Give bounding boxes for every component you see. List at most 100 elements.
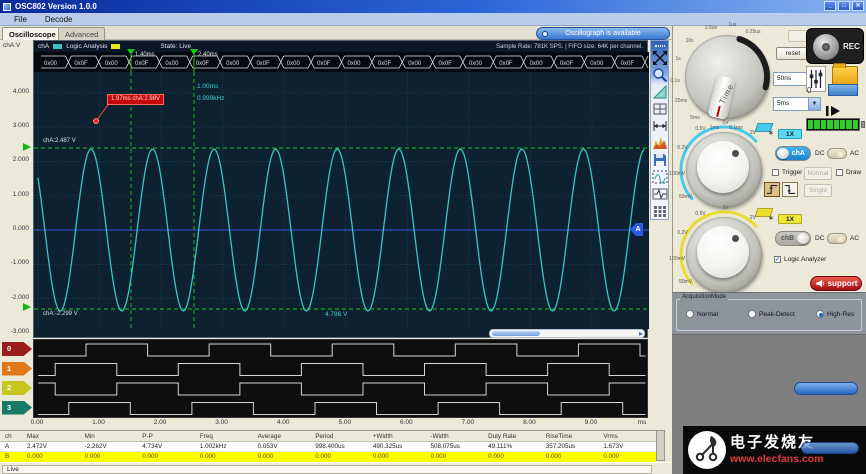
acquisition-radio-label: Normal [697,311,718,318]
svg-text:0x00: 0x00 [469,61,483,67]
scrollbar-arrow-icon[interactable]: ▸ [639,329,643,338]
menu-file[interactable]: File [14,15,27,24]
x-axis-tick: 1.00 [85,419,113,426]
cha-enable-toggle[interactable]: chA [775,146,811,161]
matrix-icon[interactable] [652,203,668,219]
logic-channel-tag-1[interactable]: 1 [2,362,32,376]
table-header-cell: RiseTime [541,431,599,441]
chb-enable-toggle[interactable]: chB [775,231,811,246]
logic-channel-tag-3[interactable]: 3 [2,401,32,415]
time-cursor-2-handle[interactable] [190,49,198,55]
cha-coupling-toggle[interactable] [827,148,847,159]
time-scale-label: 5ms [690,115,699,121]
table-cell-ch: B [0,452,22,462]
elecfans-logo-icon [688,431,726,469]
logic-channel-tag-0[interactable]: 0 [2,342,32,356]
svg-text:0x0F: 0x0F [439,61,453,67]
folder-icon[interactable] [832,66,858,85]
logic-analyzer-area[interactable] [33,339,648,418]
falling-edge-icon [783,183,797,196]
battery-segment [821,120,826,129]
table-cell: 0.000 [598,452,656,462]
triangle-ruler-icon[interactable] [652,84,668,100]
table-cell: 0.000 [137,452,195,462]
toast-pill[interactable] [794,382,858,395]
save-icon[interactable] [652,152,668,168]
falling-edge-button[interactable] [782,182,798,197]
time-cursor-2-label: 2.40ms [198,52,218,58]
app-window: OSC802 Version 1.0.0 _ □ ✕ FileDecode Os… [0,0,866,474]
chb-gain-label: 1V [723,205,729,211]
cha-gain-label: 1V [723,120,729,126]
time-scale-label: 25ms [675,98,687,104]
time-knob-pointer: Time [707,75,737,121]
time-scale-label: 1us [728,22,736,28]
cha-gain-label: 2V [750,130,756,136]
chb-coupling-toggle[interactable] [827,233,847,244]
chb-gain-knob[interactable] [686,217,762,293]
toggle-knob [777,148,789,159]
close-button[interactable]: ✕ [852,1,864,11]
cha-probe-ratio[interactable]: 1X [778,129,802,139]
time-knob-red-mark [716,106,721,117]
toast-pill[interactable] [801,442,859,454]
acquisition-radio-normal[interactable] [686,310,694,318]
svg-text:0x0F: 0x0F [560,61,574,67]
acquisition-radio-peak-detect[interactable] [748,310,756,318]
support-button[interactable]: support [810,276,862,291]
draw-checkbox[interactable] [836,169,843,176]
waveform-area[interactable]: 1.97ms chA:2.98V 1.00ms 0.999kHz chA:2.4… [34,72,649,329]
x-axis-tick: 9.00 [577,419,605,426]
grid-icon[interactable] [652,101,668,117]
x-axis-tick: 4.00 [269,419,297,426]
minimize-button[interactable]: _ [824,1,836,11]
time-knob-label: Time [718,82,736,105]
hover-tooltip: 1.97ms chA:2.98V [107,94,164,105]
zoom-icon[interactable] [652,67,668,83]
menu-decode[interactable]: Decode [45,15,73,24]
notification-toast[interactable]: Oscillograph is available [536,27,670,40]
waveform-box-icon[interactable] [652,186,668,202]
reset-button[interactable]: reset [776,47,810,60]
timebase-slow-select[interactable]: 5ms ▼ [773,97,821,111]
dropdown-arrow-icon[interactable]: ▼ [808,98,820,110]
scrollbar-thumb[interactable] [492,331,540,336]
h-measure-icon[interactable] [652,118,668,134]
cha-gain-knob[interactable] [686,132,762,208]
maximize-button[interactable]: □ [838,1,850,11]
y-axis-tick: 0.000 [0,225,29,232]
trigger-checkbox[interactable] [772,169,779,176]
play-step-button[interactable] [820,104,848,118]
spectrum-icon[interactable] [652,135,668,151]
record-knob[interactable] [813,34,839,60]
tab-oscilloscope[interactable]: Oscilloscope [2,27,63,40]
v-cursor-high-handle[interactable] [23,143,31,151]
v-cursor-low-handle[interactable] [23,303,31,311]
chb-probe-ratio[interactable]: 1X [778,214,802,224]
table-header-cell: P-P [137,431,195,441]
logic-analyzer-checkbox[interactable]: ✓ [774,256,781,263]
tab-advanced[interactable]: Advanced [58,27,105,40]
toolbar-grip[interactable] [655,45,665,47]
table-header-cell: +Width [368,431,426,441]
app-icon [3,3,11,11]
acquisition-radio-high-res[interactable] [816,310,824,318]
capture-icon[interactable] [652,169,668,185]
logic-channel-tag-2[interactable]: 2 [2,381,32,395]
svg-text:0x00: 0x00 [287,61,301,67]
oscilloscope-plot[interactable]: chA Logic Analysis State: Live Sample Ra… [33,40,648,338]
table-row-chB: B0.0000.0000.0000.0000.0000.0000.0000.00… [0,452,656,462]
move-icon[interactable] [652,50,668,66]
table-header-cell: Min [80,431,138,441]
svg-text:0x0F: 0x0F [621,61,635,67]
svg-text:0x0F: 0x0F [378,61,392,67]
y-axis-tick: 3.000 [0,122,29,129]
rising-edge-button[interactable] [764,182,780,197]
plot-h-scrollbar[interactable]: ▸ [489,329,645,338]
state-label: State: Live [160,43,191,50]
time-cursor-1-handle[interactable] [127,49,135,55]
table-scrollbar[interactable] [656,430,665,461]
logic-swatch-icon [111,44,120,49]
svg-text:0x00: 0x00 [590,61,604,67]
time-knob[interactable]: Time [685,35,769,119]
